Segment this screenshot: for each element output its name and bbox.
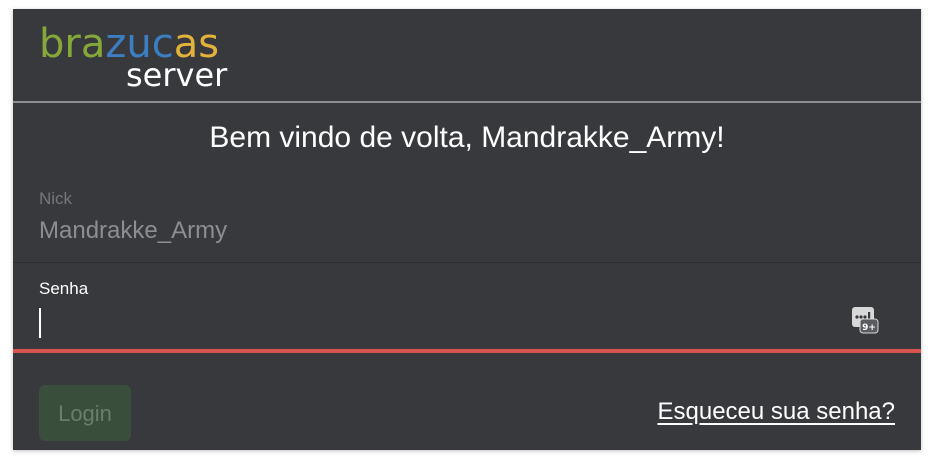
welcome-message: Bem vindo de volta, Mandrakke_Army!	[209, 121, 725, 154]
brazucas-server-logo: brazucas server	[39, 21, 234, 94]
text-caret	[39, 308, 41, 338]
logo-subtitle: server	[126, 56, 228, 94]
nick-label: Nick	[39, 189, 73, 208]
header: brazucas server	[13, 9, 921, 103]
password-field[interactable]: Senha 9+	[13, 267, 921, 350]
forgot-password-link[interactable]: Esqueceu sua senha?	[657, 398, 895, 426]
login-panel: brazucas server Bem vindo de volta, Mand…	[13, 9, 921, 450]
password-error-underline	[13, 349, 921, 353]
svg-text:9+: 9+	[862, 323, 876, 333]
login-button[interactable]: Login	[39, 385, 131, 441]
logo-brand-part1: bra	[39, 21, 106, 67]
nick-field: Nick Mandrakke_Army	[13, 183, 921, 263]
nick-value: Mandrakke_Army	[39, 217, 228, 244]
password-input[interactable]	[39, 309, 833, 343]
password-manager-icon[interactable]: 9+	[851, 306, 879, 334]
password-label: Senha	[39, 279, 89, 298]
